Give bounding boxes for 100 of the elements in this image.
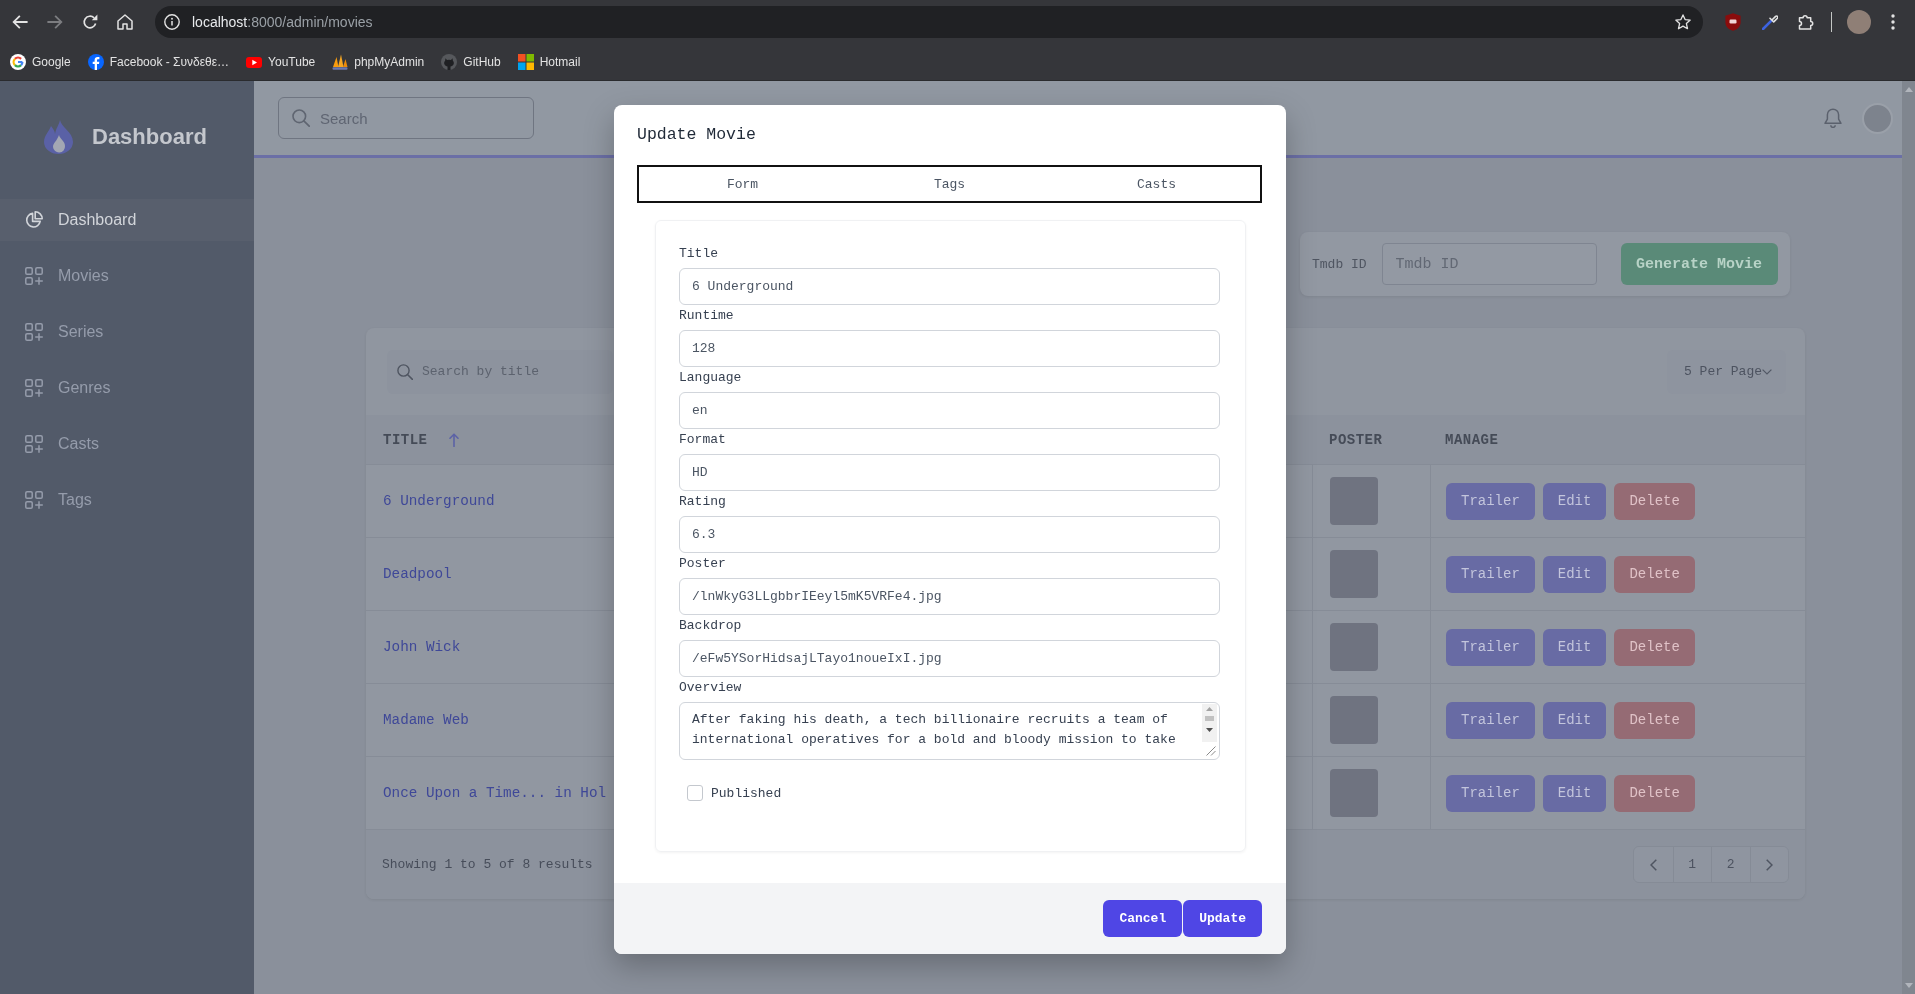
brand-name: Dashboard: [92, 124, 207, 150]
forward-icon[interactable]: [47, 14, 63, 30]
search-icon: [397, 363, 413, 380]
action-button[interactable]: Trailer: [1446, 774, 1535, 812]
action-button[interactable]: Edit: [1542, 774, 1607, 812]
movie-title-link[interactable]: Madame Web: [383, 712, 469, 728]
poster-placeholder: [1330, 769, 1378, 817]
bookmark[interactable]: YouTube: [246, 50, 316, 74]
grid-plus-icon: [25, 379, 43, 397]
cancel-button[interactable]: Cancel: [1103, 900, 1183, 937]
sidebar-item[interactable]: Dashboard: [0, 199, 254, 241]
arrow-up-icon[interactable]: [448, 432, 459, 447]
page-scrollbar[interactable]: [1902, 81, 1915, 994]
sidebar-item[interactable]: Movies: [0, 255, 254, 297]
action-button[interactable]: Delete: [1614, 628, 1695, 666]
text-field[interactable]: HD: [679, 454, 1220, 491]
text-field[interactable]: 6.3: [679, 516, 1220, 553]
field-label: Runtime: [679, 307, 735, 325]
bookmark[interactable]: Facebook - Συνδεθε…: [87, 50, 230, 74]
grid-plus-icon: [25, 491, 43, 509]
column-header[interactable]: MANAGE: [1445, 431, 1499, 448]
action-button[interactable]: Delete: [1614, 701, 1695, 739]
bookmark[interactable]: Google: [10, 50, 71, 74]
scroll-up-icon[interactable]: [1904, 87, 1913, 92]
tab[interactable]: Tags: [846, 167, 1053, 201]
puzzle-icon[interactable]: [1798, 14, 1814, 30]
flame-icon: [44, 120, 73, 154]
movie-title-link[interactable]: 6 Underground: [383, 493, 495, 509]
grid-plus-icon: [25, 267, 43, 285]
movie-title-link[interactable]: Once Upon a Time... in Hol: [383, 785, 607, 801]
column-header[interactable]: TITLE: [383, 431, 428, 448]
column-header[interactable]: POSTER: [1329, 431, 1383, 448]
overview-textarea[interactable]: After faking his death, a tech billionaire recruits a team of international operatives for a bold and bloody mission to take: [679, 702, 1220, 760]
text-field[interactable]: 6 Underground: [679, 268, 1220, 305]
pie-chart-icon: [25, 211, 43, 229]
update-button[interactable]: Update: [1183, 900, 1262, 937]
four-squares-icon: [517, 54, 534, 70]
action-button[interactable]: Trailer: [1446, 555, 1535, 593]
reload-icon[interactable]: [82, 14, 98, 30]
sidebar-item[interactable]: Genres: [0, 367, 254, 409]
field-label: Overview: [679, 679, 743, 697]
tab[interactable]: Casts: [1053, 167, 1260, 201]
field-label: Format: [679, 431, 727, 449]
poster-placeholder: [1330, 550, 1378, 598]
textarea-scrollbar[interactable]: [1202, 704, 1217, 742]
resize-handle-icon[interactable]: [1206, 746, 1216, 756]
action-button[interactable]: Edit: [1542, 628, 1607, 666]
chevron-down-icon: [1762, 368, 1772, 375]
bookmark[interactable]: phpMyAdmin: [332, 50, 425, 74]
sidebar-item[interactable]: Casts: [0, 423, 254, 465]
grid-plus-icon: [25, 323, 43, 341]
tab[interactable]: Form: [639, 167, 846, 201]
action-button[interactable]: Delete: [1614, 555, 1695, 593]
modal-title: Update Movie: [637, 124, 757, 146]
action-button[interactable]: Edit: [1542, 482, 1607, 520]
field-label: Title: [679, 245, 719, 263]
f-logo-icon: [87, 54, 104, 70]
text-field[interactable]: 128: [679, 330, 1220, 367]
star-icon[interactable]: [1675, 14, 1691, 30]
info-icon[interactable]: [164, 14, 180, 30]
action-button[interactable]: Delete: [1614, 482, 1695, 520]
movie-title-link[interactable]: John Wick: [383, 639, 461, 655]
bookmark[interactable]: GitHub: [441, 50, 501, 74]
shield-icon[interactable]: [1725, 13, 1741, 31]
play-logo-icon: [246, 56, 263, 68]
field-label: Backdrop: [679, 617, 743, 635]
field-label: Poster: [679, 555, 727, 573]
field-label: Tmdb ID: [1312, 256, 1367, 272]
action-button[interactable]: Trailer: [1446, 628, 1535, 666]
movie-title-link[interactable]: Deadpool: [383, 566, 452, 582]
sidebar-item[interactable]: Series: [0, 311, 254, 353]
chevron-left-icon: [1649, 858, 1657, 871]
text-field[interactable]: /lnWkyG3LLgbbrIEeyl5mK5VRFe4.jpg: [679, 578, 1220, 615]
results-summary: Showing 1 to 5 of 8 results: [382, 857, 593, 872]
text-field[interactable]: /eFw5YSorHidsajLTayo1noueIxI.jpg: [679, 640, 1220, 677]
action-button[interactable]: Edit: [1542, 555, 1607, 593]
action-button[interactable]: Edit: [1542, 701, 1607, 739]
sidebar-item[interactable]: Tags: [0, 479, 254, 521]
profile-avatar[interactable]: [1847, 10, 1871, 34]
checkbox-label: Published: [711, 785, 782, 801]
field-label: Rating: [679, 493, 727, 511]
published-checkbox[interactable]: [687, 785, 703, 801]
g-logo-icon: [10, 54, 26, 70]
action-button[interactable]: Trailer: [1446, 701, 1535, 739]
action-button[interactable]: Delete: [1614, 774, 1695, 812]
back-icon[interactable]: [12, 14, 28, 30]
field-label: Language: [679, 369, 743, 387]
address-bar[interactable]: localhost:8000/admin/movies: [155, 6, 1703, 38]
action-button[interactable]: Trailer: [1446, 482, 1535, 520]
sails-logo-icon: [332, 54, 349, 70]
poster-placeholder: [1330, 477, 1378, 525]
eyedropper-icon[interactable]: [1762, 14, 1778, 30]
bell-icon[interactable]: [1824, 108, 1842, 128]
poster-placeholder: [1330, 696, 1378, 744]
bookmark[interactable]: Hotmail: [517, 50, 581, 74]
scroll-down-icon[interactable]: [1904, 983, 1913, 988]
generate-movie-button[interactable]: Generate Movie: [1620, 243, 1778, 285]
text-field[interactable]: en: [679, 392, 1220, 429]
home-icon[interactable]: [117, 14, 133, 30]
more-menu-icon[interactable]: [1891, 14, 1895, 30]
